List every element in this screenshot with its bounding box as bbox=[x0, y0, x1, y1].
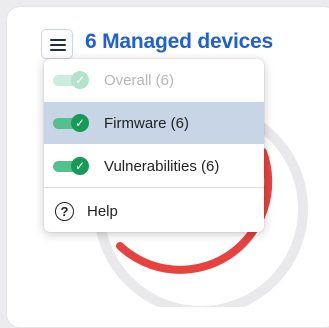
menu-item-vulnerabilities[interactable]: ✓ Vulnerabilities (6) bbox=[44, 145, 264, 187]
check-icon: ✓ bbox=[71, 157, 89, 175]
menu-divider bbox=[44, 187, 264, 188]
page-title: 6 Managed devices bbox=[85, 30, 274, 53]
vulnerabilities-toggle[interactable]: ✓ bbox=[53, 155, 89, 177]
hamburger-menu-button[interactable] bbox=[41, 29, 73, 59]
menu-item-overall[interactable]: ✓ Overall (6) bbox=[44, 59, 264, 101]
menu-item-label: Overall (6) bbox=[104, 71, 175, 89]
check-icon: ✓ bbox=[71, 114, 89, 132]
menu-item-help[interactable]: ? Help bbox=[44, 190, 264, 232]
hamburger-menu-icon bbox=[50, 39, 66, 41]
overall-toggle[interactable]: ✓ bbox=[53, 69, 89, 91]
check-icon: ✓ bbox=[71, 71, 89, 89]
menu-item-label: Firmware (6) bbox=[104, 114, 189, 132]
view-filter-dropdown: ✓ Overall (6) ✓ Firmware (6) ✓ Vulnerabi… bbox=[44, 59, 264, 232]
help-label: Help bbox=[87, 202, 118, 220]
question-circle-icon: ? bbox=[55, 201, 74, 221]
menu-item-firmware[interactable]: ✓ Firmware (6) bbox=[44, 102, 264, 144]
menu-item-label: Vulnerabilities (6) bbox=[104, 157, 220, 175]
firmware-toggle[interactable]: ✓ bbox=[53, 112, 89, 134]
